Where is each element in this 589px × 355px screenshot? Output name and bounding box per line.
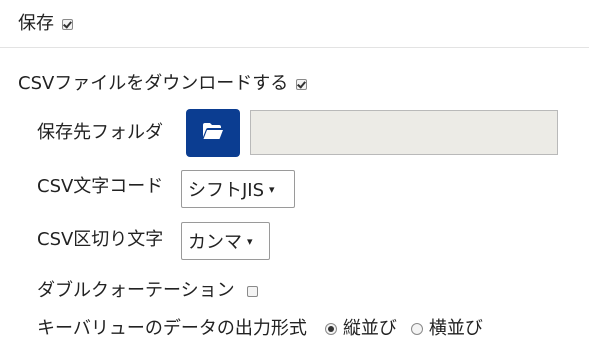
- csv-download-label: CSVファイルをダウンロードする: [18, 73, 289, 94]
- double-quote-label: ダブルクォーテーション: [37, 280, 235, 301]
- csv-delimiter-label: CSV区切り文字: [37, 229, 164, 250]
- csv-delimiter-select[interactable]: カンマ ▾: [181, 222, 270, 260]
- save-label: 保存: [18, 13, 54, 34]
- radio-vertical[interactable]: [324, 323, 337, 335]
- radio-horizontal-label: 横並び: [428, 318, 483, 339]
- radio-horizontal[interactable]: [410, 323, 423, 335]
- csv-encoding-value: シフトJIS: [188, 180, 265, 201]
- radio-vertical-label: 縦並び: [342, 318, 397, 339]
- csv-encoding-select[interactable]: シフトJIS ▾: [181, 170, 295, 208]
- csv-delimiter-value: カンマ: [188, 232, 242, 253]
- chevron-down-icon: ▾: [247, 234, 253, 248]
- csv-download-checkbox[interactable]: [296, 78, 308, 90]
- key-value-output-row: キーバリューのデータの出力形式 縦並び 横並び: [37, 318, 483, 340]
- radio-option-horizontal[interactable]: 横並び: [410, 318, 483, 340]
- csv-download-row: CSVファイルをダウンロードする: [18, 73, 308, 95]
- section-divider: [0, 47, 589, 48]
- save-checkbox[interactable]: [62, 18, 73, 30]
- double-quote-checkbox[interactable]: [246, 285, 258, 297]
- chevron-down-icon: ▾: [269, 182, 275, 196]
- double-quote-row: ダブルクォーテーション: [37, 280, 258, 302]
- folder-open-icon: [202, 122, 224, 144]
- save-folder-path-input[interactable]: [250, 110, 558, 155]
- csv-encoding-label: CSV文字コード: [37, 176, 164, 197]
- save-row: 保存: [18, 13, 73, 35]
- key-value-output-label: キーバリューのデータの出力形式: [37, 318, 307, 339]
- save-folder-label: 保存先フォルダ: [37, 122, 163, 143]
- folder-browse-button[interactable]: [186, 109, 240, 157]
- radio-option-vertical[interactable]: 縦並び: [324, 318, 397, 340]
